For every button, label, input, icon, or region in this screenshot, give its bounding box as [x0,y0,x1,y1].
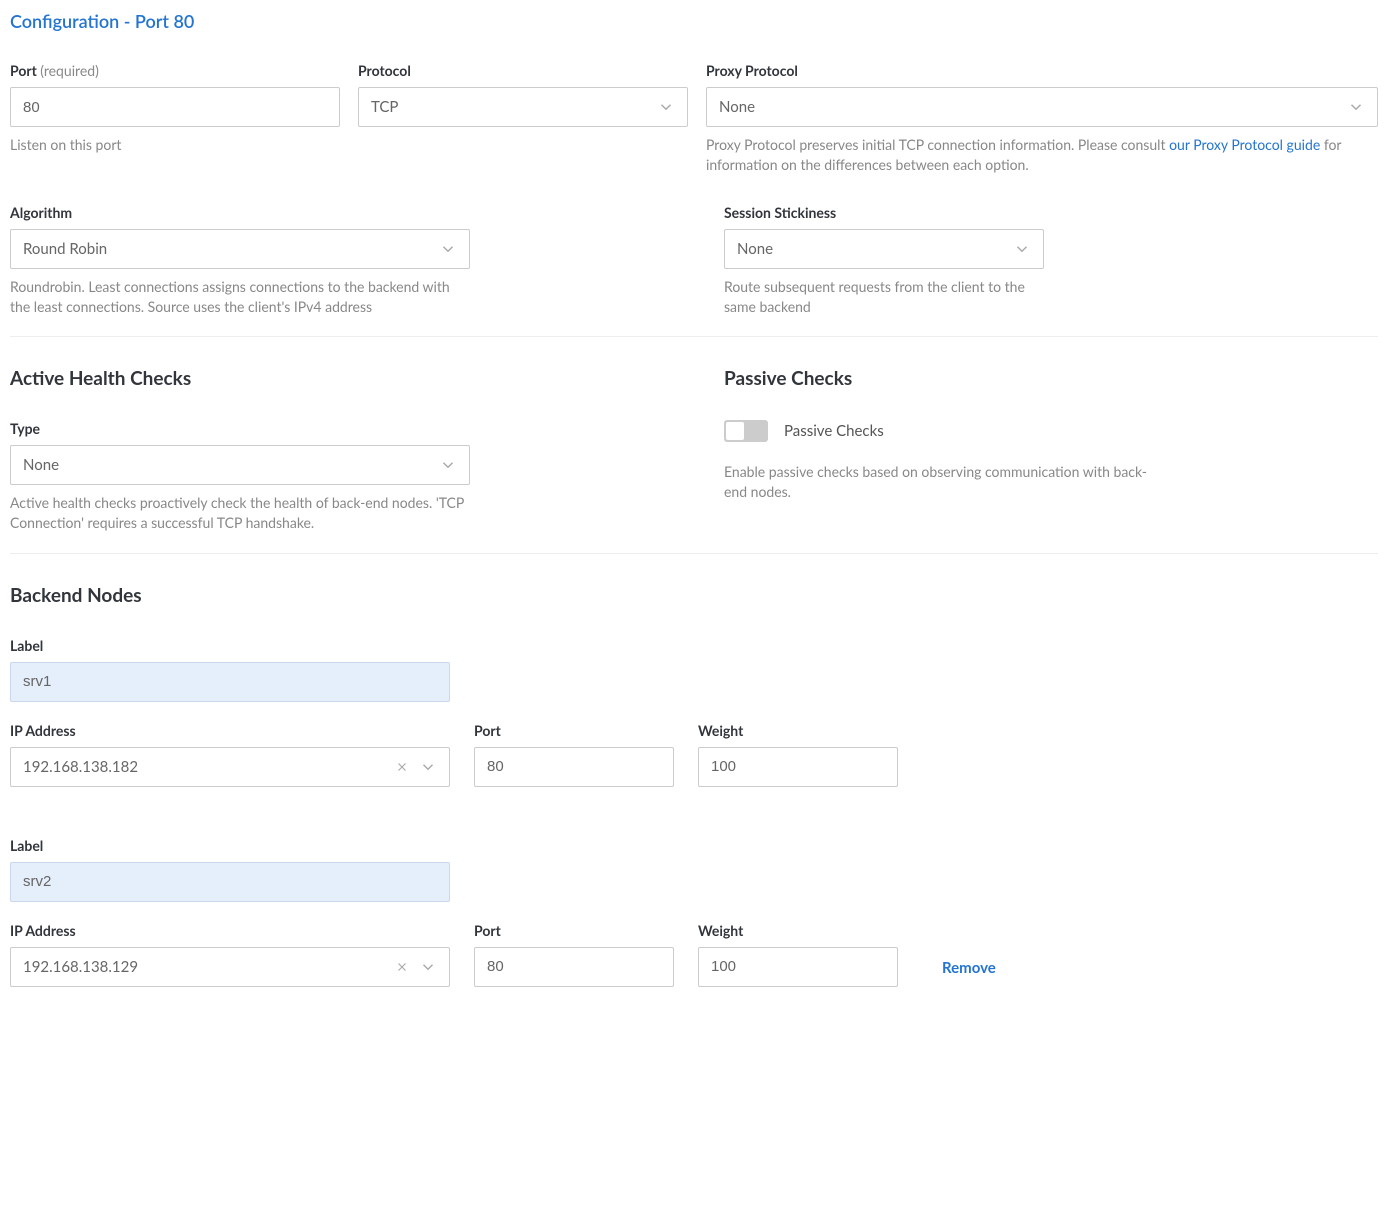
port-input[interactable] [10,87,340,127]
protocol-label: Protocol [358,62,688,79]
port-label: Port (required) [10,62,340,79]
chevron-down-icon [1013,240,1031,258]
algorithm-select[interactable]: Round Robin [10,229,470,269]
active-health-title: Active Health Checks [10,367,664,390]
proxy-protocol-label: Proxy Protocol [706,62,1378,79]
chevron-down-icon [439,456,457,474]
backend-ip-select[interactable]: 192.168.138.129 [10,947,450,987]
proxy-protocol-select[interactable]: None [706,87,1378,127]
backend-ip-label: IP Address [10,922,450,939]
backend-label-input[interactable] [10,862,450,902]
backend-ip-label: IP Address [10,722,450,739]
chevron-down-icon [419,758,437,776]
stickiness-select[interactable]: None [724,229,1044,269]
backend-label-input[interactable] [10,662,450,702]
proxy-protocol-help: Proxy Protocol preserves initial TCP con… [706,135,1378,174]
algorithm-help: Roundrobin. Least connections assigns co… [10,277,470,316]
chevron-down-icon [657,98,675,116]
backend-weight-label: Weight [698,922,898,939]
chevron-down-icon [439,240,457,258]
stickiness-label: Session Stickiness [724,204,1378,221]
passive-checks-toggle[interactable] [724,420,768,442]
backend-weight-input[interactable] [698,747,898,787]
close-icon[interactable] [395,760,409,774]
protocol-select[interactable]: TCP [358,87,688,127]
backend-port-input[interactable] [474,947,674,987]
backend-weight-input[interactable] [698,947,898,987]
backend-label-label: Label [10,837,1378,854]
backend-weight-label: Weight [698,722,898,739]
algorithm-label: Algorithm [10,204,664,221]
page-title: Configuration - Port 80 [10,10,1378,32]
backend-ip-select[interactable]: 192.168.138.182 [10,747,450,787]
passive-checks-title: Passive Checks [724,367,1378,390]
active-health-help: Active health checks proactively check t… [10,493,470,532]
backend-port-label: Port [474,722,674,739]
chevron-down-icon [1347,98,1365,116]
passive-checks-toggle-label: Passive Checks [784,422,884,440]
proxy-protocol-guide-link[interactable]: our Proxy Protocol guide [1169,136,1320,153]
port-help: Listen on this port [10,135,340,155]
chevron-down-icon [419,958,437,976]
active-health-type-label: Type [10,420,664,437]
stickiness-help: Route subsequent requests from the clien… [724,277,1044,316]
passive-checks-help: Enable passive checks based on observing… [724,462,1154,501]
backend-nodes-title: Backend Nodes [10,584,1378,607]
active-health-type-select[interactable]: None [10,445,470,485]
close-icon[interactable] [395,960,409,974]
backend-label-label: Label [10,637,1378,654]
remove-button[interactable]: Remove [942,959,996,987]
backend-port-input[interactable] [474,747,674,787]
backend-port-label: Port [474,922,674,939]
